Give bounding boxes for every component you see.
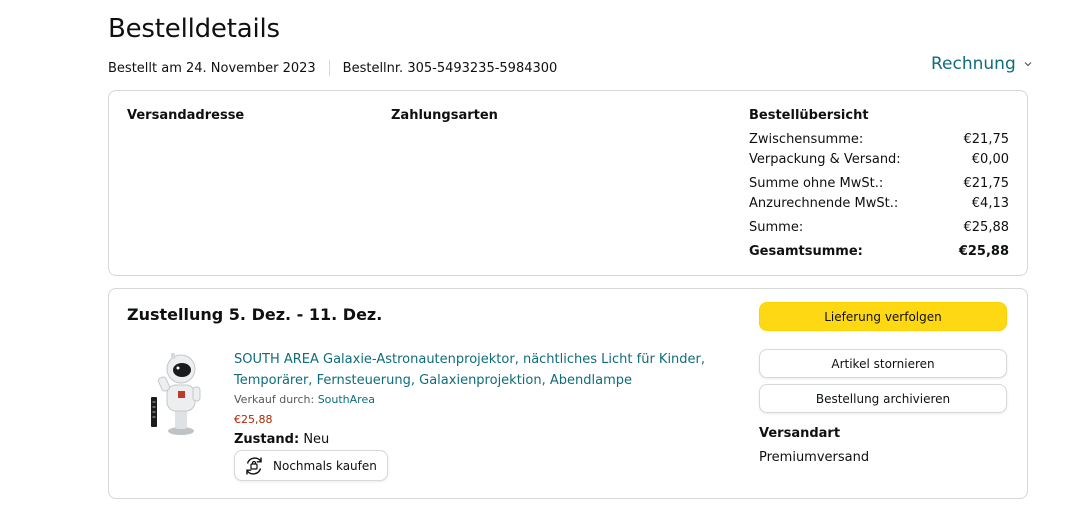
summary-label: Zwischensumme: — [749, 132, 864, 147]
shipment-card: Zustellung 5. Dez. - 11. Dez. SOUTH AREA… — [108, 288, 1028, 499]
payment-methods-title: Zahlungsarten — [391, 108, 498, 123]
summary-label: Summe: — [749, 220, 804, 235]
chevron-down-icon — [1024, 60, 1032, 68]
product-condition: Zustand: Neu — [234, 432, 329, 447]
condition-label: Zustand: — [234, 432, 300, 447]
cancel-item-button[interactable]: Artikel stornieren — [759, 349, 1007, 378]
order-date: Bestellt am 24. November 2023 — [108, 60, 316, 76]
summary-value: €0,00 — [971, 152, 1009, 167]
summary-label: Verpackung & Versand: — [749, 152, 901, 167]
seller-prefix: Verkauf durch: — [234, 393, 315, 406]
summary-row-shipping: Verpackung & Versand: €0,00 — [749, 152, 1009, 167]
summary-label: Gesamtsumme: — [749, 244, 863, 259]
buy-again-label: Nochmals kaufen — [273, 458, 377, 473]
order-meta: Bestellt am 24. November 2023 Bestellnr.… — [108, 60, 557, 76]
buy-again-button[interactable]: Nochmals kaufen — [234, 450, 388, 481]
summary-label: Summe ohne MwSt.: — [749, 176, 884, 191]
summary-value: €4,13 — [971, 196, 1009, 211]
invoice-dropdown[interactable]: Rechnung — [931, 54, 1032, 74]
page-title: Bestelldetails — [108, 14, 280, 44]
seller-info: Verkauf durch: SouthArea — [234, 393, 375, 406]
delivery-date-title: Zustellung 5. Dez. - 11. Dez. — [127, 305, 383, 324]
buy-again-icon — [243, 455, 265, 477]
order-summary-title: Bestellübersicht — [749, 108, 869, 123]
summary-row-subtotal: Zwischensumme: €21,75 — [749, 132, 1009, 147]
track-package-button[interactable]: Lieferung verfolgen — [759, 302, 1007, 331]
summary-value: €21,75 — [963, 132, 1010, 147]
shipping-type-value: Premiumversand — [759, 450, 870, 465]
summary-value: €21,75 — [963, 176, 1010, 191]
shipping-type-title: Versandart — [759, 426, 841, 441]
summary-row-net: Summe ohne MwSt.: €21,75 — [749, 176, 1009, 191]
divider — [328, 60, 330, 76]
condition-value: Neu — [303, 432, 330, 447]
order-number: Bestellnr. 305-5493235-5984300 — [342, 60, 558, 76]
summary-value: €25,88 — [963, 220, 1010, 235]
order-overview-card: Versandadresse Zahlungsarten Bestellüber… — [108, 90, 1028, 276]
product-price: €25,88 — [234, 413, 273, 426]
summary-value: €25,88 — [958, 244, 1009, 259]
seller-link[interactable]: SouthArea — [318, 393, 375, 406]
product-image[interactable] — [135, 351, 201, 437]
shipping-address-title: Versandadresse — [127, 108, 245, 123]
invoice-label: Rechnung — [931, 54, 1016, 74]
archive-order-button[interactable]: Bestellung archivieren — [759, 384, 1007, 413]
summary-row-vat: Anzurechnende MwSt.: €4,13 — [749, 196, 1009, 211]
summary-row-grand-total: Gesamtsumme: €25,88 — [749, 244, 1009, 259]
product-title-link[interactable]: SOUTH AREA Galaxie-Astronautenprojektor,… — [234, 349, 714, 391]
summary-label: Anzurechnende MwSt.: — [749, 196, 899, 211]
summary-row-sum: Summe: €25,88 — [749, 220, 1009, 235]
